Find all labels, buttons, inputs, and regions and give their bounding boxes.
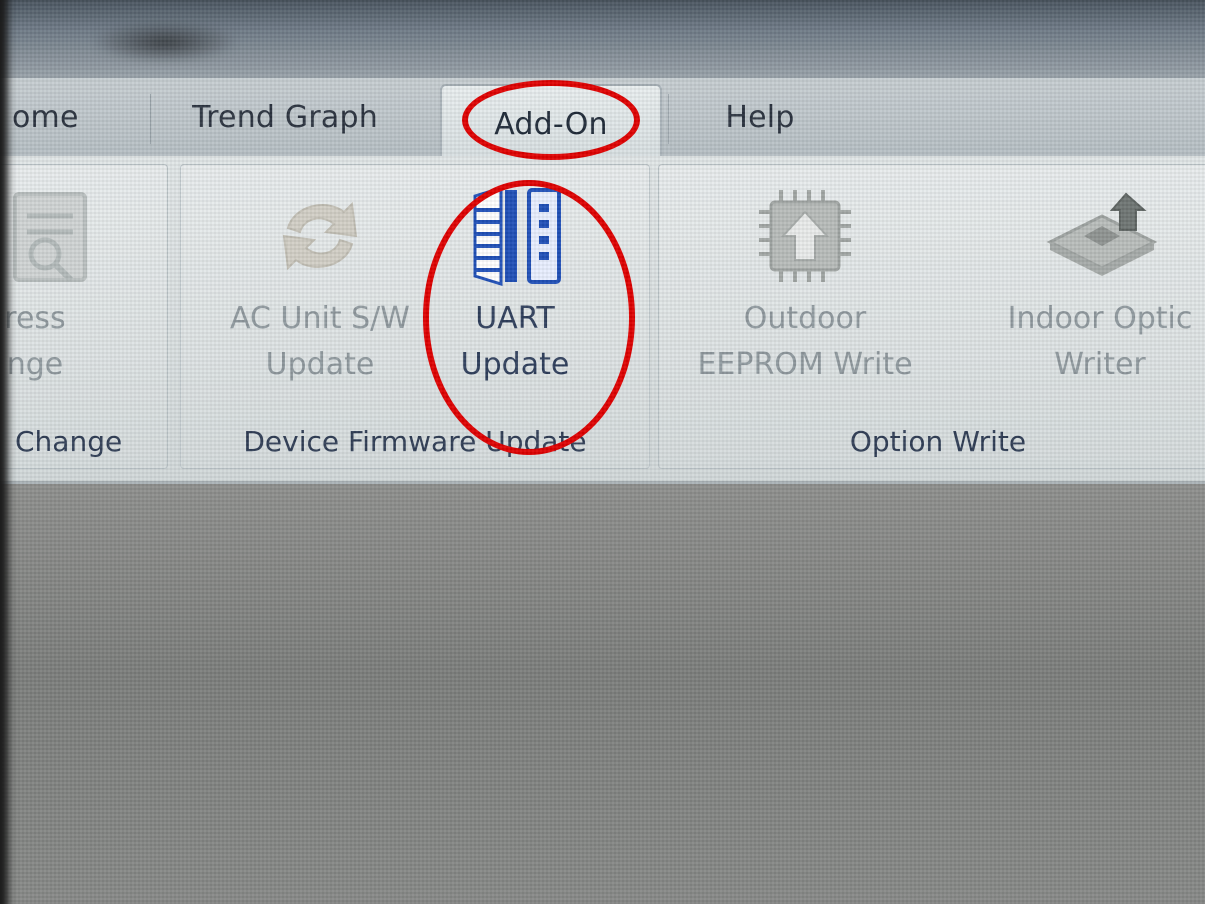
indoor-label-line2: Writer [1054, 347, 1146, 382]
indoor-label-line1: Indoor Optic [1007, 301, 1193, 336]
tab-home[interactable]: ome [0, 78, 110, 156]
board-upload-icon [1046, 192, 1158, 276]
monitor-screen: ome Trend Graph Add-On Help Change Devic… [0, 0, 1205, 904]
ac-unit-label-line1: AC Unit S/W [230, 301, 410, 336]
outdoor-label-line2: EEPROM Write [697, 347, 913, 382]
red-highlight-ellipse-add-on [462, 80, 640, 160]
empty-workspace [0, 484, 1205, 904]
address-change-button[interactable]: ress nge [0, 176, 110, 388]
refresh-arrows-icon [282, 201, 358, 271]
ac-unit-label-line2: Update [265, 347, 375, 382]
group-label-address-change: Change [15, 425, 123, 458]
ac-unit-sw-update-button[interactable]: AC Unit S/W Update [210, 176, 430, 388]
indoor-option-writer-button[interactable]: Indoor Optic Writer [975, 176, 1205, 388]
group-label-option-write: Option Write [849, 425, 1027, 458]
address-document-icon [13, 192, 87, 283]
tab-help[interactable]: Help [700, 78, 820, 156]
address-change-label-line1: ress [4, 301, 66, 336]
tab-separator [668, 94, 669, 144]
blurred-title-text [95, 22, 235, 62]
address-change-label-line2: nge [6, 347, 64, 382]
tab-separator [150, 94, 151, 144]
chip-upload-icon [759, 190, 851, 282]
outdoor-eeprom-write-button[interactable]: Outdoor EEPROM Write [680, 176, 930, 388]
red-highlight-ellipse-uart [423, 180, 635, 455]
window-title-bar [0, 0, 1205, 78]
tab-trend-graph[interactable]: Trend Graph [170, 78, 400, 156]
outdoor-label-line1: Outdoor [743, 301, 867, 336]
